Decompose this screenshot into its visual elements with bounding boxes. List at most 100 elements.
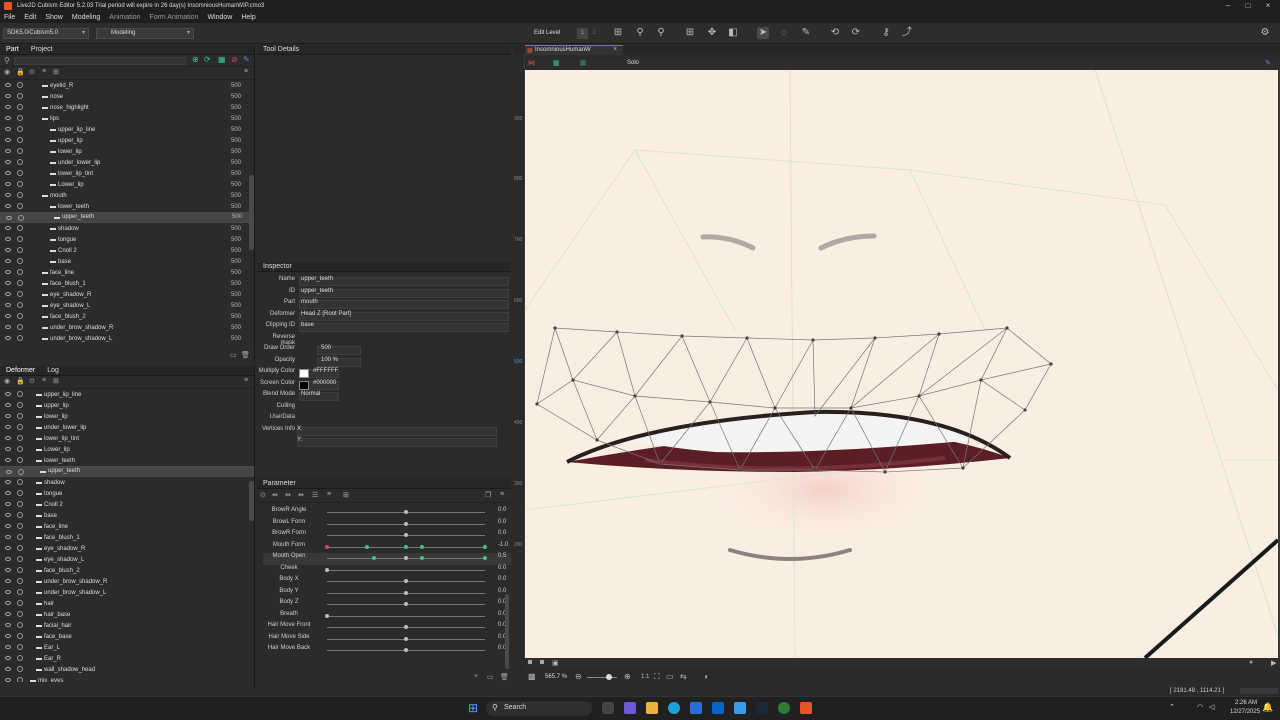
cubism-taskbar-icon[interactable] [800,702,812,714]
part-scrollbar[interactable] [249,175,254,250]
anim-icon[interactable]: ⋈ [528,59,535,67]
lock-toggle-icon[interactable] [17,644,23,650]
parameter-slider[interactable] [327,615,485,617]
lock-toggle-icon[interactable] [17,93,23,99]
lock-toggle-icon[interactable] [17,126,23,132]
parameter-row[interactable]: Body X 0.0 [263,576,511,588]
lock-toggle-icon[interactable] [17,446,23,452]
tree-row[interactable]: wall_shadow_head [0,664,254,675]
lock-toggle-icon[interactable] [18,215,24,221]
tree-row[interactable]: eyelid_R 500 [0,80,254,91]
tree-row[interactable]: face_line 500 [0,267,254,278]
tab-log[interactable]: Log [47,367,59,374]
parameter-thumb[interactable] [404,510,408,514]
eye-icon[interactable] [5,171,11,175]
lock-toggle-icon[interactable] [17,402,23,408]
minimize-icon[interactable]: – [1218,0,1238,12]
parameter-thumb[interactable] [404,625,408,629]
parameter-thumb[interactable] [404,521,408,526]
eye-icon[interactable] [5,579,11,583]
tree-row[interactable]: lower_teeth 500 [0,201,254,212]
lock-toggle-icon[interactable] [17,225,23,231]
tree-row[interactable]: eye_shadow_L [0,554,254,565]
eye-icon[interactable] [5,259,11,263]
tree-row[interactable]: under_brow_shadow_L 500 [0,333,254,344]
add-icon[interactable]: ⊕ [192,55,199,64]
tree-row[interactable]: upper_lip [0,400,254,411]
arrow-select-icon[interactable]: ➤ [757,27,769,39]
tree-row[interactable]: base 500 [0,256,254,267]
eye-icon[interactable] [5,83,11,87]
camera-icon[interactable]: ◙ [528,659,532,666]
lock-toggle-icon[interactable] [17,104,23,110]
list2-icon[interactable]: ≡ [327,491,331,498]
rotate-icon[interactable]: ⟳ [850,27,862,39]
key-icon[interactable]: ⇹ [298,491,304,499]
tree-row[interactable]: face_line [0,521,254,532]
keyform-dot[interactable] [419,544,424,549]
tree-row[interactable]: nose_highlight 500 [0,102,254,113]
tree-icon[interactable]: ⊞ [343,491,349,499]
store-icon[interactable] [690,702,702,714]
eye-icon[interactable] [5,480,11,484]
tree-row[interactable]: hair [0,598,254,609]
pen-icon[interactable]: ✎ [243,55,250,64]
keyform-dot[interactable] [372,556,377,560]
eye-icon[interactable] [5,634,11,638]
tree-row[interactable]: eye_shadow_R 500 [0,289,254,300]
inspector-value-box[interactable] [299,335,509,344]
inspector-value-box[interactable] [297,438,497,447]
lock-toggle-icon[interactable] [17,313,23,319]
edge-icon[interactable] [668,702,680,714]
tree-row[interactable]: upper_teeth 500 [0,212,254,223]
tree-row[interactable]: lips 500 [0,113,254,124]
keyform-dot[interactable] [364,544,369,549]
tree-row[interactable]: upper_lip 500 [0,135,254,146]
tree-row[interactable]: under_lower_lip [0,422,254,433]
tree-row[interactable]: hair_base [0,609,254,620]
parameter-row[interactable]: Hair Move Front 0.0 [263,622,511,634]
lock-toggle-icon[interactable] [17,236,23,242]
link-icon[interactable]: ⇹ [272,491,278,499]
tree-row[interactable]: base [0,510,254,521]
eye-icon[interactable] [5,237,11,241]
keyform-dot[interactable] [483,544,487,549]
lock-toggle-icon[interactable] [17,567,23,573]
eye-icon[interactable] [5,314,11,318]
eye-icon[interactable] [5,204,11,208]
eye-icon[interactable] [5,105,11,109]
tree-row[interactable]: under_brow_shadow_R [0,576,254,587]
eye-icon[interactable] [5,414,11,418]
tree-row[interactable]: mouth 500 [0,190,254,201]
eye-icon[interactable] [5,546,11,550]
app-icon[interactable] [734,702,746,714]
keyform-dot[interactable] [483,556,487,560]
viewer-tab[interactable]: ▦ InsomniousHumanW × [525,45,623,55]
lock-toggle-icon[interactable] [17,280,23,286]
list-icon[interactable]: ☰ [312,491,318,499]
lock-toggle-icon[interactable] [17,490,23,496]
lock-toggle-icon[interactable] [17,512,23,518]
tray-chevron-icon[interactable]: ⌃ [1169,703,1175,711]
parameter-thumb[interactable] [325,544,329,549]
parameter-row[interactable]: Hair Move Side 0.0 [263,634,511,646]
settings-icon[interactable]: ⚙ [1259,27,1271,39]
tree-row[interactable]: Lower_lip [0,444,254,455]
tree-row[interactable]: eye_shadow_L 500 [0,300,254,311]
parameter-row[interactable]: Mouth Open 0.5 [263,553,511,565]
eye-icon[interactable] [5,270,11,274]
remove-icon[interactable]: ⊘ [231,55,238,64]
zoom-out-icon[interactable]: ⊖ [575,672,582,681]
parameter-row[interactable]: BrowR Angle 0.0 [263,507,511,519]
slider-dot-icon[interactable]: ● [1249,659,1253,666]
eye-icon[interactable] [5,645,11,649]
eye-icon[interactable] [5,513,11,517]
parameter-thumb[interactable] [404,556,408,560]
eye-icon[interactable] [5,436,11,440]
frame-icon[interactable]: ▭ [666,672,674,681]
grid-view-icon[interactable]: ▦ [553,59,560,67]
eye-icon[interactable] [5,557,11,561]
eye-icon[interactable] [5,94,11,98]
actual-size-icon[interactable]: 1:1 [641,674,649,680]
tree-row[interactable]: face_blush_1 [0,532,254,543]
